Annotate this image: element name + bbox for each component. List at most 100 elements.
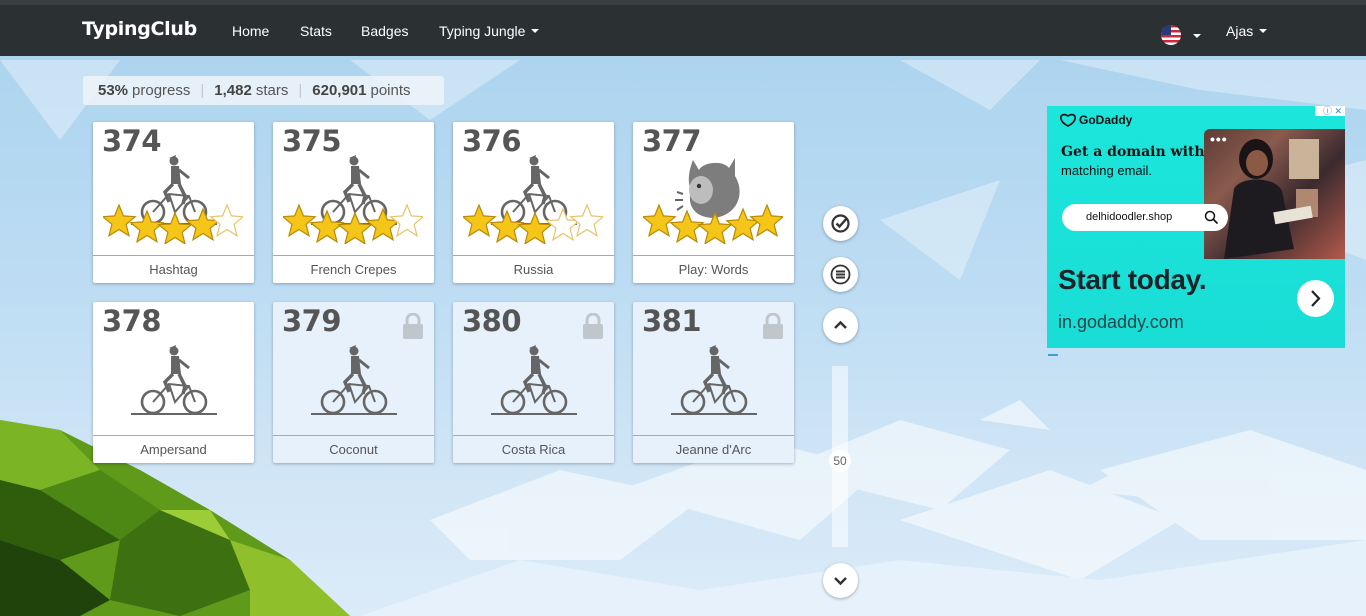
nav-badges[interactable]: Badges <box>361 23 408 39</box>
star-filled-icon <box>669 209 705 244</box>
lesson-title: Ampersand <box>93 435 254 463</box>
star-filled-icon <box>103 203 137 238</box>
lesson-card-374[interactable]: 374 Hashtag <box>93 122 254 283</box>
lesson-number: 378 <box>102 304 162 338</box>
star-rating <box>283 203 423 244</box>
lock-icon <box>583 313 603 339</box>
progress-label: progress <box>132 82 191 99</box>
check-circle-icon <box>831 214 850 233</box>
stars-count: 1,482 <box>214 82 252 99</box>
progress-summary: 53% progress | 1,482 stars | 620,901 poi… <box>83 76 444 105</box>
lesson-title: Hashtag <box>93 255 254 283</box>
ad-headline: Get a domain with <box>1061 144 1205 160</box>
star-filled-icon <box>489 209 525 244</box>
star-rating <box>103 203 243 244</box>
ad-subline: matching email. <box>1061 163 1153 178</box>
star-filled-icon <box>365 207 401 242</box>
star-filled-icon <box>185 207 221 242</box>
star-filled-icon <box>129 209 165 244</box>
language-chevron-down-icon[interactable] <box>1193 34 1201 38</box>
star-empty-icon <box>545 207 581 242</box>
more-dots-icon: ••• <box>1210 131 1228 147</box>
chevron-down-icon <box>1259 29 1268 33</box>
nav-typing-jungle-label: Typing Jungle <box>439 23 526 39</box>
ad-indicator <box>1048 354 1058 356</box>
menu-button[interactable] <box>823 257 858 292</box>
points-count: 620,901 <box>312 82 367 99</box>
ad-person-illustration <box>1224 139 1319 259</box>
cyclist-icon <box>491 345 577 415</box>
star-empty-icon <box>209 203 243 238</box>
star-filled-icon <box>517 211 553 244</box>
lesson-title: Play: Words <box>633 255 794 283</box>
ad-brand: GoDaddy <box>1079 113 1133 127</box>
star-filled-icon <box>725 207 761 242</box>
chevron-down-icon <box>531 29 540 33</box>
star-filled-icon <box>337 211 373 244</box>
advertisement[interactable]: ⓘ ✕ GoDaddy Get a domain with matching e… <box>1047 106 1345 348</box>
lesson-card-378[interactable]: 378 Ampersand <box>93 302 254 463</box>
lesson-illustration <box>113 342 235 446</box>
scroll-position-label[interactable]: 50 <box>829 450 851 472</box>
search-icon <box>1204 210 1219 225</box>
ad-logo: GoDaddy <box>1060 113 1132 127</box>
lesson-card-381[interactable]: 381 Jeanne d'Arc <box>633 302 794 463</box>
chevron-right-icon <box>1311 290 1321 307</box>
lesson-card-375[interactable]: 375 French Crepes <box>273 122 434 283</box>
points-label: points <box>370 82 411 99</box>
lesson-card-376[interactable]: 376 Russia <box>453 122 614 283</box>
star-filled-icon <box>463 203 497 238</box>
progress-percent: 53% <box>98 82 129 99</box>
lesson-title: Russia <box>453 255 614 283</box>
divider: | <box>200 82 205 99</box>
star-filled-icon <box>309 209 345 244</box>
lesson-card-377[interactable]: 377 Play: Words <box>633 122 794 283</box>
top-navbar: TypingClub Home Stats Badges Typing Jung… <box>0 0 1366 56</box>
nav-home[interactable]: Home <box>232 23 269 39</box>
nav-stats[interactable]: Stats <box>300 23 332 39</box>
lesson-card-380[interactable]: 380 Costa Rica <box>453 302 614 463</box>
lesson-title: French Crepes <box>273 255 434 283</box>
nav-typing-jungle[interactable]: Typing Jungle <box>439 23 540 39</box>
lesson-illustration <box>653 342 775 446</box>
divider: | <box>298 82 303 99</box>
us-flag-icon[interactable] <box>1161 25 1181 45</box>
star-filled-icon <box>749 203 783 238</box>
lock-icon <box>403 313 423 339</box>
godaddy-logo-icon <box>1060 113 1076 127</box>
ad-info-close-icon[interactable]: ⓘ ✕ <box>1315 106 1345 116</box>
cyclist-icon <box>131 345 217 415</box>
ad-cta[interactable]: Start today. <box>1058 264 1207 296</box>
stars-label: stars <box>255 82 289 99</box>
ad-photo: ••• <box>1204 129 1345 259</box>
star-filled-icon <box>283 203 317 238</box>
scroll-down-button[interactable] <box>823 563 858 598</box>
star-rating <box>463 203 603 244</box>
cyclist-icon <box>311 345 397 415</box>
ad-next-button[interactable] <box>1297 280 1334 317</box>
star-filled-icon <box>157 211 193 244</box>
brand-logo[interactable]: TypingClub <box>82 18 197 40</box>
lesson-title: Jeanne d'Arc <box>633 435 794 463</box>
star-empty-icon <box>389 203 423 238</box>
check-circle-button[interactable] <box>823 206 858 241</box>
star-filled-icon <box>643 203 677 238</box>
chevron-down-icon <box>834 577 847 586</box>
menu-icon <box>830 264 851 285</box>
ad-search-text: delhidoodler.shop <box>1086 211 1173 223</box>
scroll-up-button[interactable] <box>823 308 858 343</box>
ad-domain-search[interactable]: delhidoodler.shop <box>1062 204 1228 231</box>
lesson-illustration <box>473 342 595 446</box>
ad-url[interactable]: in.godaddy.com <box>1058 312 1184 333</box>
star-rating <box>643 203 783 244</box>
lesson-card-379[interactable]: 379 Coconut <box>273 302 434 463</box>
lesson-title: Coconut <box>273 435 434 463</box>
user-name: Ajas <box>1226 23 1254 39</box>
lesson-number: 380 <box>462 304 522 338</box>
cyclist-icon <box>671 345 757 415</box>
star-empty-icon <box>569 203 603 238</box>
lesson-number: 381 <box>642 304 702 338</box>
user-menu[interactable]: Ajas <box>1226 23 1268 39</box>
lesson-illustration <box>293 342 415 446</box>
lesson-number: 379 <box>282 304 342 338</box>
